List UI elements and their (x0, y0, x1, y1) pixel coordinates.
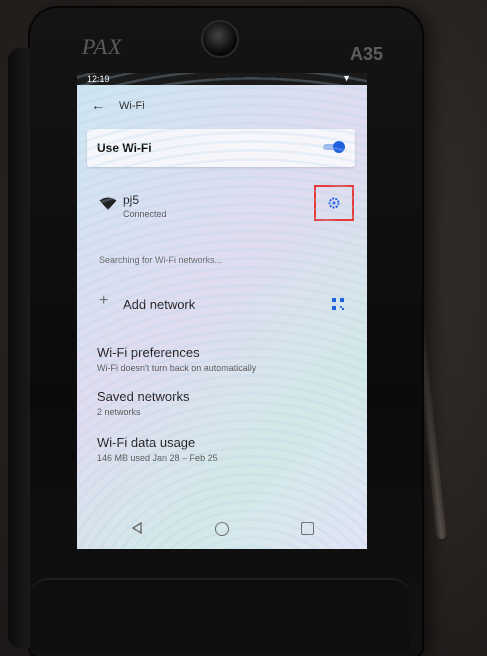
network-settings-button[interactable] (314, 185, 354, 221)
camera-lens (201, 20, 239, 58)
status-time: 12:19 (87, 74, 110, 84)
gear-icon (328, 197, 340, 209)
wifi-data-usage-item[interactable]: Wi-Fi data usage 146 MB used Jan 28 – Fe… (97, 435, 357, 463)
saved-networks-item[interactable]: Saved networks 2 networks (97, 389, 357, 417)
navigation-bar (77, 509, 367, 549)
pref-title: Wi-Fi preferences (97, 345, 200, 360)
nav-recent-icon[interactable] (301, 522, 314, 535)
network-status: Connected (123, 209, 167, 219)
nav-home-icon[interactable] (215, 522, 229, 536)
toggle-thumb (333, 141, 345, 153)
pref-subtitle: 2 networks (97, 407, 141, 417)
printer-tray (30, 578, 410, 650)
qr-code-icon[interactable] (331, 297, 345, 311)
device-rim (8, 48, 30, 648)
device-screen: 12:19 ▼ ← Wi-Fi Use Wi-Fi pj5 Connected … (77, 73, 367, 549)
arrow-back-icon[interactable]: ← (91, 97, 105, 113)
pref-title: Wi-Fi data usage (97, 435, 196, 450)
nav-back-icon[interactable] (132, 522, 142, 534)
searching-text: Searching for Wi-Fi networks... (99, 255, 223, 265)
add-network-label: Add network (123, 297, 196, 312)
status-bar: 12:19 ▼ (77, 73, 367, 85)
model-label: A35 (350, 44, 384, 64)
page-title: Wi-Fi (119, 100, 145, 112)
pref-subtitle: Wi-Fi doesn't turn back on automatically (97, 363, 257, 373)
app-bar: ← Wi-Fi (77, 87, 367, 121)
pref-title: Saved networks (97, 389, 190, 404)
use-wifi-row[interactable]: Use Wi-Fi (87, 129, 355, 167)
wifi-preferences-item[interactable]: Wi-Fi preferences Wi-Fi doesn't turn bac… (97, 345, 357, 373)
wifi-toggle[interactable] (323, 141, 345, 153)
brand-logo: PAX (82, 34, 123, 59)
add-network-row[interactable]: + Add network (77, 289, 367, 319)
wifi-icon (99, 197, 117, 210)
network-name: pj5 (123, 193, 140, 207)
use-wifi-label: Use Wi-Fi (97, 141, 152, 155)
pref-subtitle: 146 MB used Jan 28 – Feb 25 (97, 453, 218, 463)
plus-icon: + (99, 292, 109, 309)
signal-triangle-icon: ▼ (342, 73, 351, 83)
